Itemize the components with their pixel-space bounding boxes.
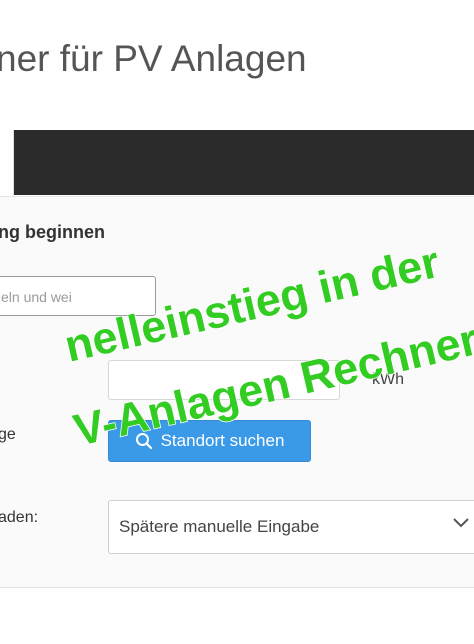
page-title: ner für PV Anlagen	[0, 38, 307, 79]
chevron-down-icon[interactable]	[452, 517, 470, 529]
quick-select[interactable]: eln und wei	[0, 276, 156, 316]
location-label: ge	[0, 426, 16, 443]
consumption-input[interactable]	[108, 360, 340, 400]
section-title: ng beginnen	[0, 222, 105, 242]
tab-active[interactable]	[0, 130, 14, 196]
location-search-button[interactable]: Standort suchen	[108, 420, 311, 462]
tab-bar	[0, 130, 474, 195]
load-profile-select[interactable]: Spätere manuelle Eingabe	[108, 500, 474, 554]
consumption-unit: kWh	[372, 371, 404, 388]
search-icon	[135, 433, 152, 450]
load-profile-label: aden:	[0, 509, 39, 526]
location-search-button-label: Standort suchen	[160, 431, 285, 450]
load-profile-value: Spätere manuelle Eingabe	[119, 517, 320, 536]
